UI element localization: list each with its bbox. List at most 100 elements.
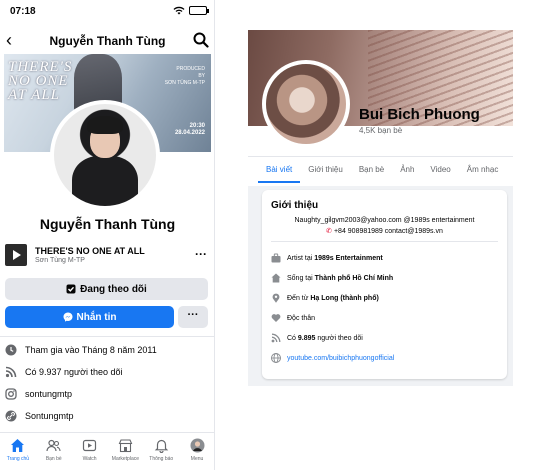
watch-icon (82, 439, 97, 452)
profile-name: Bui Bich Phuong (359, 106, 480, 123)
location-pin-icon (272, 293, 280, 303)
avatar-suit (72, 156, 138, 206)
intro-row-followers: Có 9.895 người theo dõi (271, 332, 363, 344)
intro-row-work: Artist tại 1989s Entertainment (271, 252, 383, 264)
info-link[interactable]: Sontungmtp (5, 408, 74, 424)
profile-tabs: Bài viết Giới thiệu Bạn bè Ảnh Video Âm … (248, 156, 513, 183)
divider (271, 241, 498, 242)
intro-row-value[interactable]: 1989s Entertainment (314, 255, 382, 262)
music-artist: Sơn Tùng M-TP (35, 257, 85, 264)
poster-info-line: BY (198, 73, 205, 79)
intro-card: Giới thiệu Naughty_gilgvm2003@yahoo.com … (262, 190, 507, 379)
website-link[interactable]: youtube.com/buibichphuongofficial (287, 355, 394, 362)
tab-music[interactable]: Âm nhạc (459, 157, 507, 183)
poster-title: THERE'S NO ONE AT ALL (8, 59, 73, 103)
nav-title: Nguyễn Thanh Tùng (49, 34, 166, 48)
tab-posts[interactable]: Bài viết (258, 157, 301, 183)
info-followers: Có 9.937 người theo dõi (5, 364, 123, 380)
poster-line: NO ONE (8, 73, 69, 89)
tab-marketplace[interactable]: Marketplace (107, 433, 143, 470)
messenger-icon (63, 312, 72, 322)
phone-icon: ✆ (326, 228, 333, 235)
intro-bio-line: Naughty_gilgvm2003@yahoo.com @1989s ente… (294, 217, 475, 224)
tab-label: Thông báo (149, 456, 174, 462)
info-text: Sontungmtp (25, 411, 74, 421)
poster-info: PRODUCED BY SƠN TÙNG M-TP 20:30 28.04.20… (165, 66, 205, 137)
link-icon (5, 410, 17, 422)
tab-label: Watch (82, 456, 97, 462)
intro-row-prefix: Sống tại (287, 274, 315, 282)
tab-watch[interactable]: Watch (72, 433, 108, 470)
tab-about[interactable]: Giới thiệu (300, 157, 351, 183)
bell-icon (154, 439, 168, 453)
marketplace-icon (118, 439, 133, 453)
intro-row-lives: Sống tại Thành phố Hồ Chí Minh (271, 272, 393, 284)
intro-row-prefix: Độc thân (287, 314, 316, 322)
intro-row-relationship: Độc thân (271, 312, 315, 324)
intro-row-suffix: người theo dõi (315, 334, 363, 342)
info-text: Tham gia vào Tháng 8 năm 2011 (25, 345, 157, 355)
tab-label: Bạn bè (45, 456, 62, 462)
following-button[interactable]: Đang theo dõi (5, 278, 208, 300)
friends-icon (46, 439, 61, 452)
house-icon (271, 273, 281, 283)
profile-avatar[interactable] (262, 60, 350, 148)
tab-friends[interactable]: Bạn bè (351, 157, 392, 183)
intro-row-prefix: Đến từ (287, 294, 311, 302)
tab-menu[interactable]: Menu (179, 433, 214, 470)
message-button[interactable]: Nhắn tin (5, 306, 174, 328)
intro-bio-line: ✆ +84 908981989 contact@1989s.vn (262, 227, 507, 235)
poster-info-line: PRODUCED (176, 66, 205, 72)
tab-friends[interactable]: Bạn bè (36, 433, 72, 470)
intro-row-value[interactable]: 9.895 (298, 335, 316, 342)
intro-row-value[interactable]: Thành phố Hồ Chí Minh (315, 275, 394, 282)
info-text: Có 9.937 người theo dõi (25, 367, 123, 377)
follow-check-icon (66, 284, 76, 294)
tab-videos[interactable]: Video (422, 157, 458, 183)
tab-notifications[interactable]: Thông báo (143, 433, 179, 470)
search-icon[interactable] (193, 32, 209, 48)
tab-label: Menu (190, 456, 204, 462)
intro-bio-contact: +84 908981989 contact@1989s.vn (333, 228, 443, 235)
status-bar: 07:18 (0, 0, 214, 22)
friends-count[interactable]: 4,5K bạn bè (359, 126, 402, 135)
intro-row-website: youtube.com/buibichphuongofficial (271, 352, 394, 364)
intro-title: Giới thiệu (271, 200, 319, 211)
following-button-label: Đang theo dõi (80, 283, 147, 295)
tab-home[interactable]: Trang chủ (0, 433, 36, 470)
info-joined: Tham gia vào Tháng 8 năm 2011 (5, 342, 157, 358)
tab-label: Marketplace (111, 456, 140, 462)
info-instagram[interactable]: sontungmtp (5, 386, 72, 402)
nav-bar: ‹ Nguyễn Thanh Tùng (0, 26, 214, 54)
intro-row-prefix: Artist tại (287, 254, 315, 262)
profile-name: Nguyễn Thanh Tùng (39, 216, 176, 232)
home-icon (11, 439, 25, 452)
rss-icon (271, 333, 281, 343)
message-button-label: Nhắn tin (76, 311, 117, 323)
intro-row-value[interactable]: Hạ Long (thành phố) (310, 295, 378, 302)
menu-avatar-icon (190, 438, 205, 453)
bottom-tab-bar: Trang chủ Bạn bè Watch Marketplace Thông… (0, 432, 214, 470)
wifi-icon (173, 6, 185, 15)
poster-line: THERE'S (8, 59, 73, 75)
intro-row-from: Đến từ Hạ Long (thành phố) (271, 292, 379, 304)
divider (0, 336, 214, 337)
profile-avatar[interactable] (50, 100, 160, 210)
status-time: 07:18 (10, 6, 36, 17)
clock-icon (5, 344, 17, 356)
battery-icon (189, 6, 209, 15)
more-options-button[interactable]: ··· (178, 306, 208, 328)
profile-music[interactable]: THERE'S NO ONE AT ALL Sơn Tùng M-TP ··· (5, 244, 211, 270)
music-title: THERE'S NO ONE AT ALL (35, 246, 145, 256)
poster-line: AT ALL (8, 87, 61, 103)
tab-label: Trang chủ (6, 456, 30, 462)
tab-photos[interactable]: Ảnh (392, 157, 422, 183)
globe-icon (271, 353, 281, 363)
instagram-icon (5, 388, 17, 400)
heart-icon (271, 314, 281, 322)
intro-row-prefix: Có (287, 334, 298, 342)
poster-date: 28.04.2022 (174, 130, 205, 136)
music-play-icon[interactable] (5, 244, 27, 266)
briefcase-icon (271, 253, 281, 263)
music-more-button[interactable]: ··· (195, 247, 207, 261)
